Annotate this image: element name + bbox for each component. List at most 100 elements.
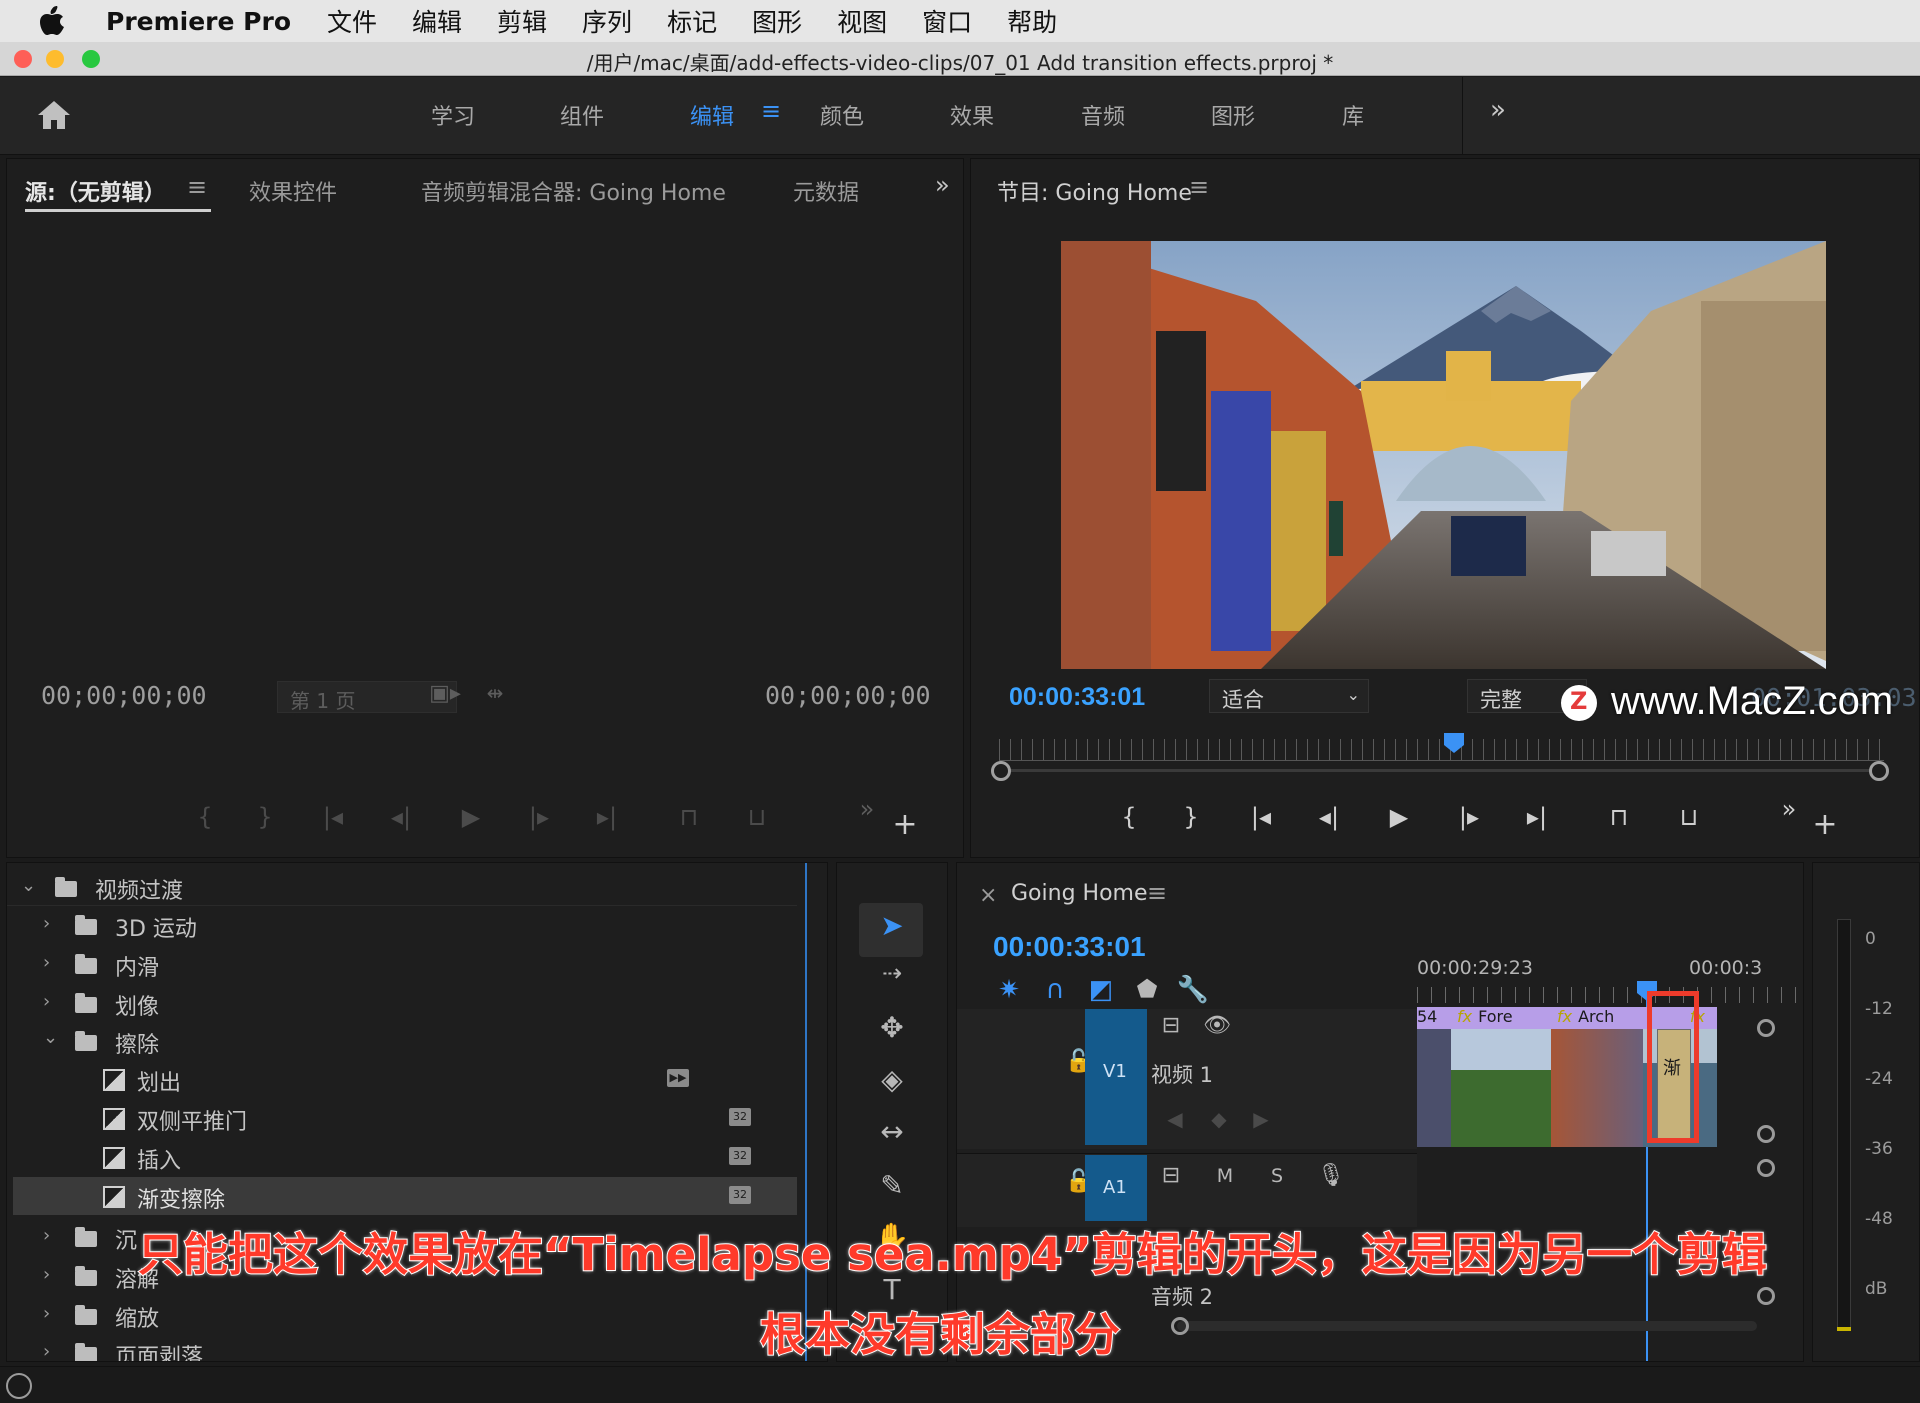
slip-tool-icon[interactable]: ↔ xyxy=(867,1115,917,1155)
a1-target-button[interactable]: A1 xyxy=(1085,1155,1147,1221)
add-button-icon[interactable]: + xyxy=(887,807,923,842)
fit-select[interactable]: 适合 ⌄ xyxy=(1209,679,1369,713)
program-go-to-in-icon[interactable]: |◂ xyxy=(1243,803,1279,831)
timeline-clip[interactable]: fx Fore xyxy=(1451,1007,1551,1147)
program-panel-menu-icon[interactable]: ≡ xyxy=(1189,173,1209,201)
insert-overlay-icon[interactable]: ▣▸ xyxy=(427,681,463,706)
folder-3d-motion[interactable]: 3D 运动 xyxy=(115,911,197,943)
wipe-chevron-icon[interactable]: ⌄ xyxy=(43,1027,58,1048)
workspace-tab-libraries[interactable]: 库 xyxy=(1342,99,1364,131)
program-video-frame[interactable] xyxy=(1061,241,1826,669)
menu-graphics[interactable]: 图形 xyxy=(752,3,802,39)
v1-sync-lock-icon[interactable]: ⊟ xyxy=(1153,1013,1189,1038)
timeline-clip[interactable]: 54 xyxy=(1417,1007,1451,1147)
keyframe-add-icon[interactable]: ◆ xyxy=(1201,1107,1237,1131)
menu-markers[interactable]: 标记 xyxy=(667,3,717,39)
menu-view[interactable]: 视图 xyxy=(837,3,887,39)
v1-eye-icon[interactable]: 👁 xyxy=(1199,1013,1235,1038)
menu-file[interactable]: 文件 xyxy=(327,3,377,39)
apple-icon[interactable] xyxy=(24,0,80,42)
home-icon[interactable] xyxy=(36,99,72,135)
program-mark-in-icon[interactable]: { xyxy=(1111,803,1147,831)
folder-wipe[interactable]: 擦除 xyxy=(115,1027,159,1059)
go-to-out-icon[interactable]: ▸| xyxy=(589,803,625,831)
mark-in-icon[interactable]: { xyxy=(187,803,223,831)
menu-clip[interactable]: 剪辑 xyxy=(497,3,547,39)
effect-band-wipe[interactable]: 划出 xyxy=(137,1065,181,1097)
program-current-timecode[interactable]: 00:00:33:01 xyxy=(1009,683,1145,712)
timeline-title[interactable]: Going Home xyxy=(1011,881,1148,906)
video-transitions-chevron-icon[interactable]: ⌄ xyxy=(21,875,36,896)
overwrite-icon[interactable]: ⊔ xyxy=(739,803,775,831)
effect-barn-doors[interactable]: 双侧平推门 xyxy=(137,1104,247,1136)
a1-sync-lock-icon[interactable]: ⊟ xyxy=(1153,1163,1189,1188)
tab-metadata[interactable]: 元数据 xyxy=(793,175,859,207)
selection-tool-icon[interactable]: ➤ xyxy=(867,909,917,949)
lift-icon[interactable]: ⊓ xyxy=(1601,803,1637,831)
close-timeline-icon[interactable]: × xyxy=(979,883,997,908)
program-step-forward-icon[interactable]: |▸ xyxy=(1451,803,1487,831)
insert-icon[interactable]: ⊓ xyxy=(671,803,707,831)
go-to-in-icon[interactable]: |◂ xyxy=(315,803,351,831)
program-title[interactable]: 节目: Going Home xyxy=(997,175,1192,207)
timeline-ruler[interactable] xyxy=(1417,987,1803,1003)
workspace-tab-color[interactable]: 颜色 xyxy=(820,99,864,131)
dissolve-chevron-icon[interactable]: › xyxy=(43,1264,50,1285)
timeline-menu-icon[interactable]: ≡ xyxy=(1147,879,1167,907)
zoom-handle-left[interactable] xyxy=(991,761,1011,781)
a1-mute-button[interactable]: M xyxy=(1207,1165,1243,1187)
a1-solo-button[interactable]: S xyxy=(1259,1165,1295,1187)
play-icon[interactable]: ▶ xyxy=(453,803,489,831)
effect-gradient-wipe[interactable]: 渐变擦除 xyxy=(137,1182,225,1214)
step-forward-icon[interactable]: |▸ xyxy=(521,803,557,831)
program-time-ruler[interactable] xyxy=(999,739,1884,761)
workspace-menu-icon[interactable]: ≡ xyxy=(761,97,781,125)
program-play-icon[interactable]: ▶ xyxy=(1381,803,1417,831)
immersive-chevron-icon[interactable]: › xyxy=(43,1225,50,1246)
workspace-tab-graphics[interactable]: 图形 xyxy=(1211,99,1255,131)
extract-icon[interactable]: ⊔ xyxy=(1671,803,1707,831)
pen-tool-icon[interactable]: ✎ xyxy=(867,1169,917,1209)
menu-edit[interactable]: 编辑 xyxy=(412,3,462,39)
tab-source[interactable]: 源:（无剪辑） xyxy=(25,175,166,207)
more-controls-icon[interactable]: » xyxy=(849,795,885,823)
3d-motion-chevron-icon[interactable]: › xyxy=(43,913,50,934)
workspace-tab-learn[interactable]: 学习 xyxy=(431,99,475,131)
program-go-to-out-icon[interactable]: ▸| xyxy=(1519,803,1555,831)
workspace-tab-audio[interactable]: 音频 xyxy=(1081,99,1125,131)
source-panel-menu-icon[interactable]: ≡ xyxy=(187,173,207,201)
program-step-back-icon[interactable]: ◂| xyxy=(1311,803,1347,831)
timeline-timecode[interactable]: 00:00:33:01 xyxy=(993,931,1146,963)
program-mark-out-icon[interactable]: } xyxy=(1173,803,1209,831)
menu-help[interactable]: 帮助 xyxy=(1007,3,1057,39)
workspace-tab-editing[interactable]: 编辑 xyxy=(690,99,734,131)
keyframe-prev-icon[interactable]: ◀ xyxy=(1157,1107,1193,1131)
a1-voiceover-mic-icon[interactable]: 🎙 xyxy=(1313,1163,1349,1188)
program-add-button-icon[interactable]: + xyxy=(1807,807,1843,842)
track-scroll-handle[interactable] xyxy=(1757,1159,1775,1177)
zoom-handle-right[interactable] xyxy=(1869,761,1889,781)
workspace-tab-assembly[interactable]: 组件 xyxy=(560,99,604,131)
tab-effect-controls[interactable]: 效果控件 xyxy=(249,175,337,207)
effect-inset[interactable]: 插入 xyxy=(137,1143,181,1175)
app-menu[interactable]: Premiere Pro xyxy=(106,7,291,36)
ripple-edit-tool-icon[interactable]: ✥ xyxy=(867,1011,917,1051)
track-scroll-handle[interactable] xyxy=(1757,1125,1775,1143)
v1-target-button[interactable]: V1 xyxy=(1085,1009,1147,1145)
workspace-tab-effects[interactable]: 效果 xyxy=(950,99,994,131)
folder-slide[interactable]: 内滑 xyxy=(115,950,159,982)
track-select-tool-icon[interactable]: ⇢ xyxy=(867,959,917,999)
menu-sequence[interactable]: 序列 xyxy=(582,3,632,39)
drag-audio-icon[interactable]: ⇹ xyxy=(477,681,513,705)
razor-tool-icon[interactable]: ◈ xyxy=(867,1063,917,1103)
creative-cloud-icon[interactable] xyxy=(6,1373,32,1399)
iris-chevron-icon[interactable]: › xyxy=(43,991,50,1012)
track-scroll-handle[interactable] xyxy=(1757,1019,1775,1037)
slide-chevron-icon[interactable]: › xyxy=(43,952,50,973)
video-transitions-folder[interactable]: 视频过渡 xyxy=(95,873,183,905)
selected-effect-row[interactable] xyxy=(13,1177,797,1215)
tab-audio-clip-mixer[interactable]: 音频剪辑混合器: Going Home xyxy=(421,175,726,207)
keyframe-next-icon[interactable]: ▶ xyxy=(1243,1107,1279,1131)
folder-immersive[interactable]: 沉 xyxy=(115,1223,137,1255)
more-workspaces-icon[interactable]: » xyxy=(1490,95,1506,125)
